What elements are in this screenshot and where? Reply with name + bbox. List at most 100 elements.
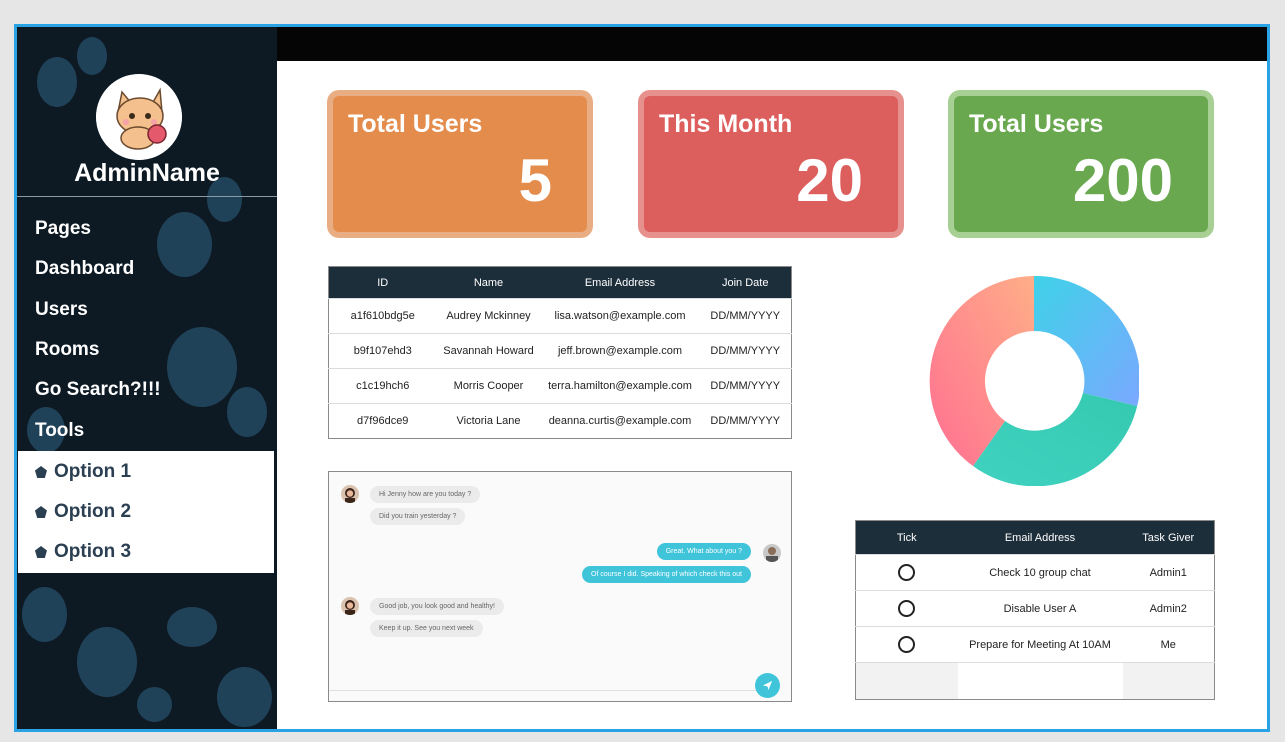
table-row[interactable]: c1c19hch6 Morris Cooper terra.hamilton@e… — [328, 368, 792, 404]
cell-name: Victoria Lane — [436, 403, 541, 439]
pentagon-icon — [35, 506, 47, 518]
submenu-item-option-3[interactable]: Option 3 — [34, 541, 131, 563]
person-avatar-icon — [341, 597, 359, 615]
tasks-table: Tick Email Address Task Giver Check 10 g… — [855, 520, 1215, 700]
stat-card-body: This Month 20 — [644, 96, 898, 232]
chat-message-incoming: Good job, you look good and healthy! — [370, 598, 504, 615]
cell-id: a1f610bdg5e — [328, 298, 437, 334]
submenu-item-label: Option 3 — [54, 541, 132, 562]
person-avatar-icon — [763, 544, 781, 562]
table-row[interactable]: b9f107ehd3 Savannah Howard jeff.brown@ex… — [328, 333, 792, 369]
table-header-row: ID Name Email Address Join Date — [328, 266, 792, 299]
cell-empty — [855, 662, 958, 700]
cell-id: c1c19hch6 — [328, 368, 437, 404]
cell-empty — [957, 662, 1123, 700]
send-button[interactable] — [755, 673, 780, 698]
stat-card-total-users-all[interactable]: Total Users 200 — [948, 90, 1214, 238]
cell-task-giver: Admin2 — [1122, 590, 1215, 627]
donut-segment — [973, 393, 1138, 486]
submenu-item-label: Option 1 — [54, 461, 132, 482]
cell-task: Prepare for Meeting At 10AM — [957, 626, 1123, 663]
cell-name: Morris Cooper — [436, 368, 541, 404]
paw-decoration — [167, 607, 217, 647]
submenu-item-option-1[interactable]: Option 1 — [34, 461, 131, 483]
submenu-item-label: Option 2 — [54, 501, 132, 522]
cell-email: jeff.brown@example.com — [540, 333, 700, 369]
tools-submenu: Option 1 Option 2 Option 3 — [18, 451, 274, 573]
paw-decoration — [157, 212, 212, 277]
stat-card-title: Total Users — [348, 110, 483, 138]
cell-name: Audrey Mckinney — [436, 298, 541, 334]
column-header-join-date[interactable]: Join Date — [699, 266, 792, 299]
sidebar-item-pages[interactable]: Pages — [35, 218, 91, 240]
stat-card-body: Total Users 200 — [954, 96, 1208, 232]
paw-decoration — [22, 587, 67, 642]
table-row[interactable]: Disable User A Admin2 — [855, 590, 1215, 627]
sidebar-item-rooms[interactable]: Rooms — [35, 339, 99, 361]
pentagon-icon — [35, 466, 47, 478]
chat-message-outgoing: Of course I did. Speaking of which check… — [582, 566, 751, 583]
paw-decoration — [77, 627, 137, 697]
table-row[interactable]: Check 10 group chat Admin1 — [855, 554, 1215, 591]
table-row[interactable]: a1f610bdg5e Audrey Mckinney lisa.watson@… — [328, 298, 792, 334]
table-row[interactable]: Prepare for Meeting At 10AM Me — [855, 626, 1215, 663]
cell-id: b9f107ehd3 — [328, 333, 437, 369]
donut-segment — [1034, 276, 1139, 406]
chat-panel: Hi Jenny how are you today ? Did you tra… — [328, 471, 792, 702]
person-avatar-icon — [341, 485, 359, 503]
stat-card-total-users[interactable]: Total Users 5 — [327, 90, 593, 238]
stat-card-value: 5 — [518, 147, 552, 214]
admin-avatar[interactable] — [96, 74, 182, 160]
cell-join-date: DD/MM/YYYY — [699, 298, 792, 334]
sidebar-item-go-search[interactable]: Go Search?!!! — [35, 379, 161, 401]
cell-email: terra.hamilton@example.com — [540, 368, 700, 404]
cell-name: Savannah Howard — [436, 333, 541, 369]
column-header-email[interactable]: Email Address — [540, 266, 700, 299]
table-row[interactable]: d7f96dce9 Victoria Lane deanna.curtis@ex… — [328, 403, 792, 439]
column-header-email[interactable]: Email Address — [957, 520, 1123, 555]
cell-task-giver: Me — [1122, 626, 1215, 663]
paw-decoration — [37, 57, 77, 107]
pentagon-icon — [35, 546, 47, 558]
donut-chart — [929, 276, 1139, 486]
chat-message-incoming: Did you train yesterday ? — [370, 508, 466, 525]
cat-avatar-icon — [96, 74, 182, 160]
column-header-task-giver[interactable]: Task Giver — [1122, 520, 1215, 555]
stat-card-value: 20 — [796, 147, 863, 214]
column-header-name[interactable]: Name — [436, 266, 541, 299]
column-header-tick[interactable]: Tick — [855, 520, 958, 555]
paw-decoration — [217, 667, 272, 727]
sidebar-item-dashboard[interactable]: Dashboard — [35, 258, 134, 280]
submenu-item-option-2[interactable]: Option 2 — [34, 501, 131, 523]
cell-tick — [855, 590, 958, 627]
cell-task: Disable User A — [957, 590, 1123, 627]
sidebar-item-users[interactable]: Users — [35, 299, 88, 321]
stat-card-title: This Month — [659, 110, 793, 138]
task-checkbox[interactable] — [898, 564, 916, 581]
sidebar-item-tools[interactable]: Tools — [35, 420, 84, 442]
cell-email: lisa.watson@example.com — [540, 298, 700, 334]
chat-avatar-jenny — [341, 597, 359, 615]
cell-id: d7f96dce9 — [328, 403, 437, 439]
paw-decoration — [137, 687, 172, 722]
chat-message-outgoing: Great. What about you ? — [656, 543, 751, 560]
column-header-id[interactable]: ID — [328, 266, 437, 299]
task-checkbox[interactable] — [898, 600, 916, 617]
users-table: ID Name Email Address Join Date a1f610bd… — [328, 266, 792, 439]
sidebar: AdminName Pages Dashboard Users Rooms Go… — [17, 27, 277, 729]
chat-avatar-me — [763, 544, 781, 562]
cell-task-giver: Admin1 — [1122, 554, 1215, 591]
send-icon — [762, 680, 773, 691]
stat-card-this-month[interactable]: This Month 20 — [638, 90, 904, 238]
chat-message-incoming: Keep it up. See you next week — [370, 620, 483, 637]
chat-input[interactable] — [329, 690, 769, 691]
table-row-empty[interactable] — [855, 662, 1215, 700]
app-frame: AdminName Pages Dashboard Users Rooms Go… — [14, 24, 1270, 732]
paw-decoration — [227, 387, 267, 437]
paw-decoration — [77, 37, 107, 75]
cell-join-date: DD/MM/YYYY — [699, 403, 792, 439]
stat-card-body: Total Users 5 — [333, 96, 587, 232]
cell-task: Check 10 group chat — [957, 554, 1123, 591]
task-checkbox[interactable] — [898, 636, 916, 653]
stat-card-value: 200 — [1072, 147, 1173, 214]
